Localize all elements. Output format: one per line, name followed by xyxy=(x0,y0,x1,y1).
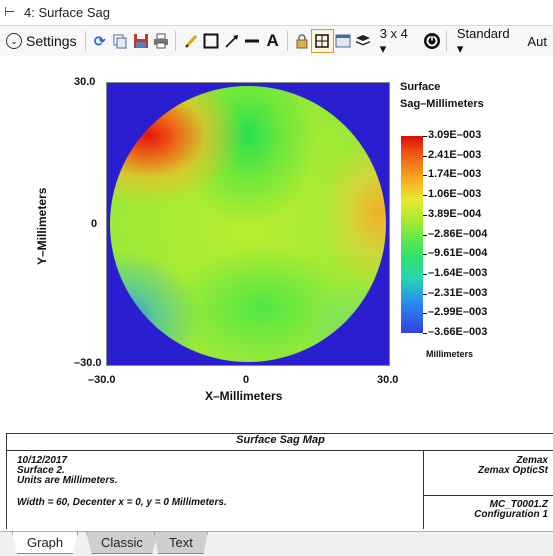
colorbar-tick xyxy=(423,195,427,197)
colorbar-tick xyxy=(423,273,427,275)
colorbar-tick xyxy=(423,214,427,216)
settings-label: Settings xyxy=(26,33,77,49)
chevron-down-icon: ⌄ xyxy=(6,33,22,49)
tab-classic[interactable]: Classic xyxy=(86,532,158,554)
toolbar-divider xyxy=(286,31,288,51)
line-icon[interactable] xyxy=(242,30,262,52)
info-width: Width = 60, Decenter x = 0, y = 0 Millim… xyxy=(17,497,227,508)
colorbar-tick xyxy=(423,136,427,137)
layout-dropdown[interactable]: 3 x 4 ▾ xyxy=(374,26,422,56)
colorbar-tick xyxy=(423,155,427,157)
settings-button[interactable]: ⌄ Settings xyxy=(6,28,81,54)
colorbar-units: Millimeters xyxy=(426,349,474,359)
colorbar-tick xyxy=(423,313,427,315)
y-axis-title: Y–Millimeters xyxy=(35,187,49,265)
colorbar-label: 1.06E–003 xyxy=(428,188,482,201)
colorbar-tick xyxy=(423,333,427,334)
toolbar-divider xyxy=(84,31,86,51)
y-tick-bottom: –30.0 xyxy=(74,357,102,369)
colorbar-label: –2.99E–003 xyxy=(428,306,488,319)
arrow-icon[interactable] xyxy=(221,30,241,52)
x-tick-mid: 0 xyxy=(243,374,250,386)
colorbar-tick xyxy=(423,293,427,295)
info-units: Units are Millimeters. xyxy=(17,475,118,486)
info-product: Zemax OpticSt xyxy=(477,465,548,476)
auto-dropdown[interactable]: Aut xyxy=(521,28,553,54)
toolbar-divider xyxy=(445,31,447,51)
colorbar-label: –3.66E–003 xyxy=(428,326,488,338)
colorbar-label: 2.41E–003 xyxy=(428,148,482,161)
layers-icon[interactable] xyxy=(353,30,373,52)
info-caption: Surface Sag Map xyxy=(7,434,553,451)
colorbar-tick xyxy=(423,175,427,177)
colorbar-tick xyxy=(423,254,427,256)
info-left: 10/12/2017 Surface 2. Units are Millimet… xyxy=(17,456,227,508)
copy-icon[interactable] xyxy=(110,30,130,52)
lock-icon[interactable] xyxy=(292,30,312,52)
y-tick-top: 30.0 xyxy=(74,76,96,88)
tab-graph[interactable]: Graph xyxy=(12,532,79,554)
colorbar-label: 3.09E–003 xyxy=(428,129,482,141)
colorbar-label: –2.31E–003 xyxy=(428,286,488,299)
rectangle-icon[interactable] xyxy=(201,30,221,52)
info-config: Configuration 1 xyxy=(474,509,548,520)
sag-map[interactable] xyxy=(106,82,390,366)
save-icon[interactable] xyxy=(131,30,151,52)
colorbar-label: –9.61E–004 xyxy=(428,247,488,260)
plot-window: 30.0 0 –30.0 –30.0 0 30.0 X–Millimeters … xyxy=(0,56,553,531)
legend-title-line1: Surface xyxy=(400,81,441,93)
pin-icon[interactable]: ⊢ xyxy=(4,4,22,20)
tab-text[interactable]: Text xyxy=(154,532,208,554)
colorbar-label: –2.86E–004 xyxy=(428,227,488,240)
x-tick-right: 30.0 xyxy=(377,374,399,386)
colorbar-label: 3.89E–004 xyxy=(428,207,482,220)
title-bar: ⊢ 4: Surface Sag xyxy=(0,0,553,24)
toolbar-divider xyxy=(175,31,177,51)
window-title: 4: Surface Sag xyxy=(24,4,110,20)
colorbar-label: –1.64E–003 xyxy=(428,266,488,279)
fit-window-icon[interactable] xyxy=(311,29,334,53)
x-axis-title: X–Millimeters xyxy=(205,389,283,403)
info-divider xyxy=(423,450,424,529)
colorbar xyxy=(401,136,423,333)
legend-title-line2: Sag–Millimeters xyxy=(400,98,484,110)
info-box: Surface Sag Map 10/12/2017 Surface 2. Un… xyxy=(6,433,553,529)
power-icon[interactable] xyxy=(421,30,441,52)
tab-bar: Graph Classic Text xyxy=(0,531,553,556)
toolbar: ⌄ Settings ⟳ A 3 x 4 ▾ Standard ▾ Aut xyxy=(0,25,553,57)
colorbar-tick xyxy=(423,234,427,236)
y-tick-mid: 0 xyxy=(91,218,98,230)
text-icon[interactable]: A xyxy=(262,30,282,52)
print-icon[interactable] xyxy=(151,30,171,52)
x-tick-left: –30.0 xyxy=(88,374,116,386)
standard-dropdown[interactable]: Standard ▾ xyxy=(451,26,522,56)
pencil-icon[interactable] xyxy=(180,30,200,52)
info-hr xyxy=(423,495,553,496)
refresh-icon[interactable]: ⟳ xyxy=(90,30,110,52)
sag-disk xyxy=(110,86,386,362)
colorbar-label: 1.74E–003 xyxy=(428,168,482,181)
window-icon[interactable] xyxy=(333,30,353,52)
